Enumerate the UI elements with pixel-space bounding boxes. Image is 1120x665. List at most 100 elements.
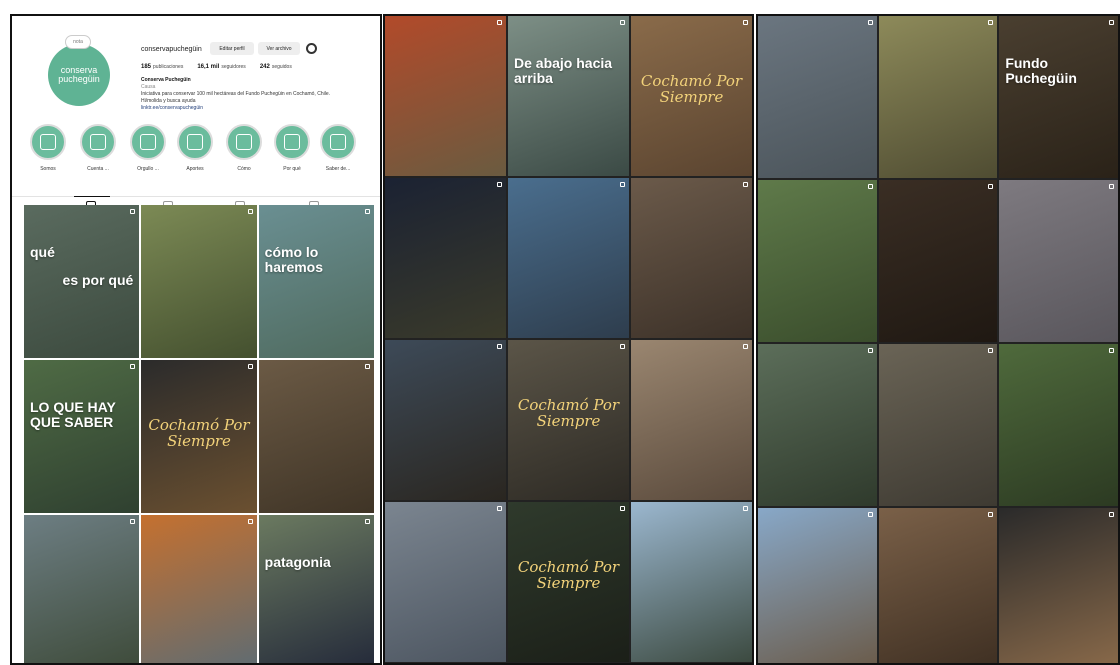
post-title: qué <box>30 244 55 260</box>
post-title: De abajo hacia arriba <box>514 55 613 86</box>
post-thumbnail[interactable]: Cochamó Por Siempre <box>141 360 257 513</box>
post-thumbnail[interactable] <box>758 508 877 663</box>
avatar[interactable]: conserva puchegüin <box>48 44 110 106</box>
post-thumbnail[interactable] <box>631 340 752 500</box>
carousel-icon <box>130 209 136 214</box>
post-thumbnail[interactable] <box>758 180 877 342</box>
post-thumbnail[interactable]: Cochamó Por Siempre <box>508 340 629 500</box>
carousel-icon <box>247 209 253 214</box>
post-thumbnail[interactable] <box>878 344 998 506</box>
carousel-icon <box>497 344 502 349</box>
post-thumbnail[interactable]: qué es por qué <box>24 205 140 358</box>
view-archive-button[interactable]: Ver archivo <box>258 42 300 55</box>
post-thumbnail[interactable] <box>758 344 877 506</box>
post-thumbnail[interactable] <box>141 205 257 358</box>
post-script-title: Cochamó Por Siempre <box>517 396 620 430</box>
stat-followers[interactable]: 16,1 mil seguidores <box>197 64 245 70</box>
highlight-item[interactable]: Por qué <box>272 124 312 172</box>
post-thumbnail[interactable]: Cochamó Por Siempre <box>631 16 752 176</box>
highlight-icon <box>187 134 203 150</box>
post-thumbnail[interactable] <box>878 16 998 178</box>
screenshot-collage: conserva puchegüin nota conservapuchegüi… <box>0 0 1120 665</box>
post-thumbnail[interactable] <box>758 16 877 178</box>
post-subtitle: es por qué <box>62 272 134 288</box>
highlight-cover <box>274 124 310 160</box>
post-thumbnail[interactable] <box>999 180 1118 342</box>
highlight-icon <box>236 134 252 150</box>
gear-icon[interactable] <box>306 43 317 54</box>
carousel-icon <box>365 364 370 369</box>
bio-link[interactable]: linktr.ee/conservapuchegüin <box>141 105 371 112</box>
avatar-line-2: puchegüin <box>58 74 100 84</box>
stat-posts: 185 publicaciones <box>141 64 184 70</box>
highlight-icon <box>284 134 300 150</box>
stat-following[interactable]: 242 seguidos <box>260 64 292 70</box>
highlight-cover <box>320 124 356 160</box>
carousel-icon <box>130 519 136 524</box>
post-thumbnail[interactable]: patagonia <box>258 515 374 663</box>
highlight-item[interactable]: Somos <box>28 124 68 172</box>
post-thumbnail[interactable]: cómo lo haremos <box>258 205 374 358</box>
carousel-icon <box>247 364 253 369</box>
highlight-icon <box>90 134 106 150</box>
post-title: Fundo Puchegüin <box>1005 55 1077 86</box>
carousel-icon <box>867 20 873 25</box>
post-thumbnail[interactable] <box>878 508 998 663</box>
post-thumbnail[interactable] <box>631 502 752 662</box>
highlight-label: Cómo <box>237 166 251 172</box>
highlight-label: Orgullo ... <box>137 166 159 172</box>
post-thumbnail[interactable] <box>258 360 374 513</box>
highlight-item[interactable]: Saber de... <box>318 124 358 172</box>
post-thumbnail[interactable]: De abajo hacia arriba <box>508 16 629 176</box>
highlight-label: Cuenta ... <box>87 166 109 172</box>
bio: Conserva Puchegüin Causa Iniciativa para… <box>141 77 371 112</box>
post-thumbnail[interactable] <box>24 515 140 663</box>
post-thumbnail[interactable]: Cochamó Por Siempre <box>508 502 629 662</box>
edit-profile-button[interactable]: Editar perfil <box>210 42 254 55</box>
username: conservapuchegüin <box>141 46 202 53</box>
posts-grid-panel-3: Fundo Puchegüin <box>756 14 1120 665</box>
highlight-cover <box>226 124 262 160</box>
post-thumbnail[interactable]: LO QUE HAY QUE SABER <box>24 360 140 513</box>
carousel-icon <box>743 182 748 187</box>
post-script-title: Cochamó Por Siempre <box>517 558 620 592</box>
carousel-icon <box>365 519 370 524</box>
post-thumbnail[interactable] <box>385 16 506 176</box>
post-script-title: Cochamó Por Siempre <box>148 416 250 450</box>
post-title: patagonia <box>264 554 331 570</box>
carousel-icon <box>620 344 625 349</box>
post-thumbnail[interactable] <box>508 178 629 338</box>
bio-name: Conserva Puchegüin <box>141 77 191 83</box>
post-thumbnail[interactable]: Fundo Puchegüin <box>999 16 1118 178</box>
carousel-icon <box>867 512 873 517</box>
bio-line-2: Hi/molida y busca ayuda <box>141 98 196 104</box>
post-thumbnail[interactable] <box>385 340 506 500</box>
post-thumbnail[interactable] <box>141 515 257 663</box>
post-thumbnail[interactable] <box>999 508 1118 663</box>
note-badge[interactable]: nota <box>65 35 91 49</box>
highlight-item[interactable]: Cuenta ... <box>78 124 118 172</box>
post-thumbnail[interactable] <box>878 180 998 342</box>
posts-grid-panel-2: De abajo hacia arriba Cochamó Por Siempre… <box>383 14 754 665</box>
highlight-item[interactable]: Cómo <box>224 124 264 172</box>
carousel-icon <box>988 512 994 517</box>
post-title: LO QUE HAY QUE SABER <box>30 399 116 430</box>
carousel-icon <box>620 20 625 25</box>
posts-grid: qué es por qué cómo lo haremos LO QUE HAY Q… <box>24 205 374 663</box>
highlight-label: Aportes <box>186 166 204 172</box>
post-thumbnail[interactable] <box>385 178 506 338</box>
highlight-label: Somos <box>40 166 56 172</box>
post-thumbnail[interactable] <box>385 502 506 662</box>
highlight-label: Saber de... <box>325 166 351 172</box>
highlight-cover <box>30 124 66 160</box>
post-title: cómo lo haremos <box>264 244 324 275</box>
highlight-cover <box>177 124 213 160</box>
highlight-item[interactable]: Orgullo ... <box>128 124 168 172</box>
post-thumbnail[interactable] <box>631 178 752 338</box>
post-thumbnail[interactable] <box>999 344 1118 506</box>
highlight-label: Por qué <box>283 166 301 172</box>
highlight-item[interactable]: Aportes <box>175 124 215 172</box>
profile-panel: conserva puchegüin nota conservapuchegüi… <box>10 14 382 665</box>
carousel-icon <box>497 20 502 25</box>
story-highlights: Somos Cuenta ... Orgullo ... Aportes Cómo Por… <box>12 124 380 184</box>
